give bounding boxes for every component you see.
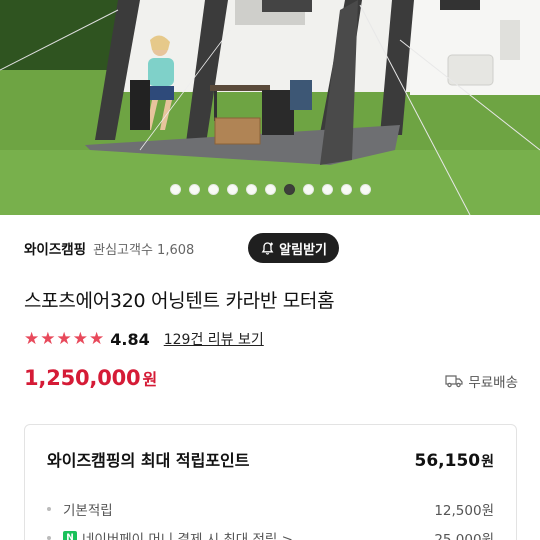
price-value: 1,250,000 bbox=[24, 366, 141, 390]
carousel-dot[interactable] bbox=[283, 184, 295, 195]
naver-pay-icon: N bbox=[63, 531, 77, 540]
star-icon: ★ bbox=[24, 329, 40, 349]
carousel-dot[interactable] bbox=[321, 184, 333, 195]
product-title: 스포츠에어320 어닝텐트 카라반 모터홈 bbox=[24, 290, 335, 312]
points-total-unit: 원 bbox=[481, 454, 494, 470]
points-header: 와이즈캠핑의 최대 적립포인트 56,150원 bbox=[47, 447, 494, 471]
seller-name[interactable]: 와이즈캠핑 bbox=[24, 238, 86, 258]
star-icon: ★ bbox=[89, 329, 105, 349]
price-unit: 원 bbox=[142, 370, 158, 389]
rating-value: 4.84 bbox=[110, 329, 150, 349]
bullet-icon bbox=[47, 507, 51, 511]
carousel-dot[interactable] bbox=[264, 184, 276, 195]
delivery-info: 무료배송 bbox=[445, 371, 518, 391]
star-icon: ★ bbox=[72, 329, 88, 349]
camping-awning-photo-icon bbox=[0, 0, 540, 215]
point-line-value: 25,000원 bbox=[434, 532, 494, 540]
point-line-basic: 기본적립 12,500원 bbox=[47, 499, 494, 519]
rating-row: ★ ★ ★ ★ ★ 4.84 129건 리뷰 보기 bbox=[24, 328, 264, 350]
points-total-value: 56,150 bbox=[414, 451, 481, 471]
bell-plus-icon bbox=[261, 241, 274, 255]
carousel-dot[interactable] bbox=[245, 184, 257, 195]
points-panel: 와이즈캠핑의 최대 적립포인트 56,150원 기본적립 12,500원 N 네… bbox=[24, 424, 517, 540]
point-line-label: 기본적립 bbox=[63, 503, 113, 519]
seller-row: 와이즈캠핑 관심고객수 1,608 알림받기 bbox=[24, 233, 520, 263]
bullet-icon bbox=[47, 536, 51, 540]
point-line-value: 12,500원 bbox=[434, 503, 494, 519]
star-icon: ★ bbox=[40, 329, 56, 349]
point-line-npay[interactable]: N 네이버페이 머니 결제 시 최대 적립 > 25,000원 bbox=[47, 528, 494, 540]
carousel-dot[interactable] bbox=[340, 184, 352, 195]
delivery-label: 무료배송 bbox=[468, 375, 518, 391]
image-carousel-dots bbox=[0, 184, 540, 195]
carousel-dot[interactable] bbox=[207, 184, 219, 195]
points-title: 와이즈캠핑의 최대 적립포인트 bbox=[47, 451, 250, 470]
point-line-label: 네이버페이 머니 결제 시 최대 적립 > bbox=[82, 532, 293, 540]
carousel-dot[interactable] bbox=[359, 184, 371, 195]
carousel-dot[interactable] bbox=[226, 184, 238, 195]
alarm-button-label: 알림받기 bbox=[279, 242, 327, 258]
product-image[interactable] bbox=[0, 0, 540, 215]
truck-icon bbox=[445, 375, 463, 388]
carousel-dot[interactable] bbox=[188, 184, 200, 195]
points-total: 56,150원 bbox=[415, 451, 495, 471]
star-icon: ★ bbox=[56, 329, 72, 349]
carousel-dot[interactable] bbox=[302, 184, 314, 195]
carousel-dot[interactable] bbox=[169, 184, 181, 195]
price-row: 1,250,000 원 bbox=[24, 366, 157, 390]
review-link[interactable]: 129건 리뷰 보기 bbox=[164, 329, 264, 349]
alarm-button[interactable]: 알림받기 bbox=[248, 233, 339, 263]
rating-stars: ★ ★ ★ ★ ★ bbox=[24, 329, 104, 349]
seller-followers: 관심고객수 1,608 bbox=[93, 242, 195, 258]
